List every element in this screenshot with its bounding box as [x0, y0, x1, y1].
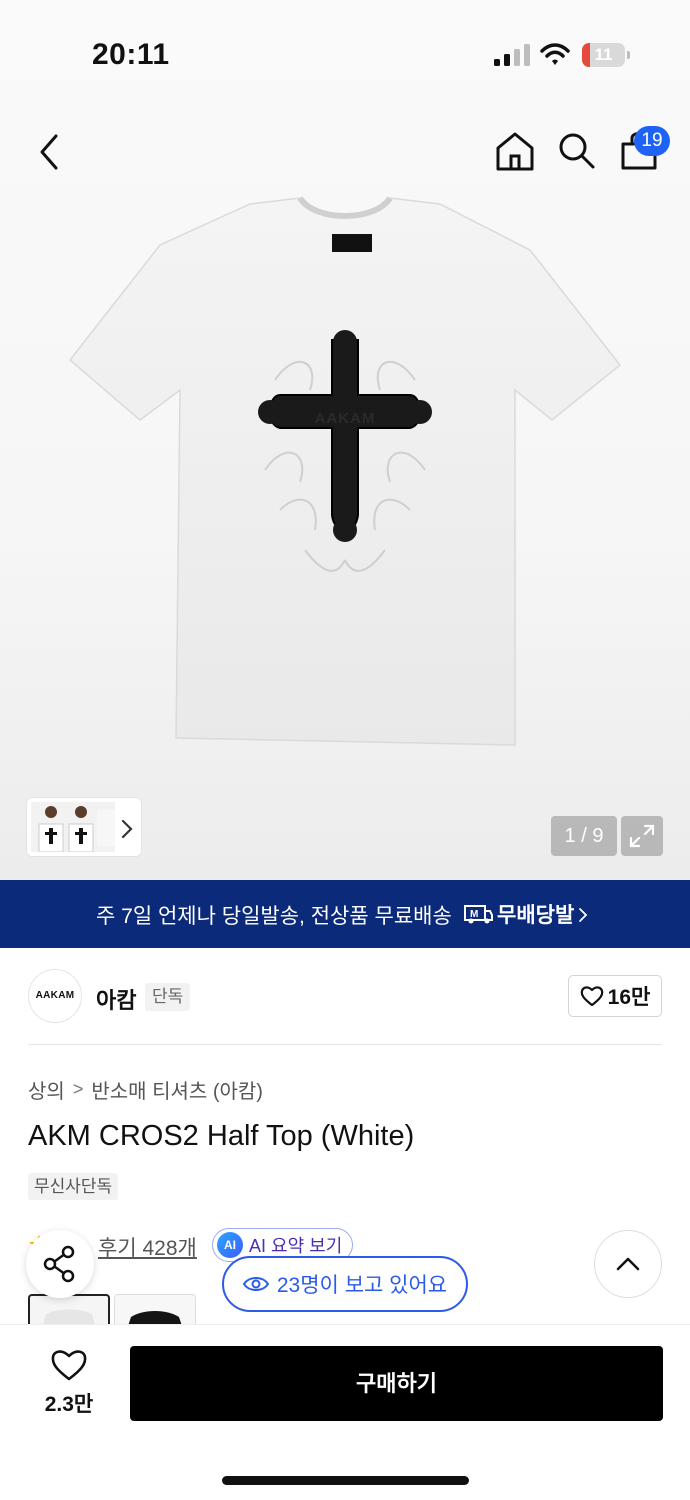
ai-summary-label: AI 요약 보기	[249, 1236, 343, 1256]
delivery-banner[interactable]: 주 7일 언제나 당일발송, 전상품 무료배송 M 무배당발	[0, 880, 690, 948]
divider	[28, 1044, 662, 1045]
product-image[interactable]	[60, 190, 630, 760]
brand-exclusive-tag: 단독	[145, 983, 191, 1011]
buy-button[interactable]: 구매하기	[130, 1346, 663, 1421]
share-icon	[43, 1245, 75, 1283]
free-delivery-logo: M 무배당발	[463, 899, 574, 929]
heart-icon[interactable]	[50, 1348, 88, 1382]
brand-like-count: 16만	[607, 986, 651, 1009]
brand-logo[interactable]: AAKAM	[28, 969, 82, 1023]
cellular-signal-icon	[494, 44, 530, 66]
share-button[interactable]	[26, 1230, 94, 1298]
search-icon[interactable]	[556, 130, 596, 170]
live-viewers-pill: 23명이 보고 있어요	[222, 1256, 468, 1312]
review-link[interactable]: 후기 428개	[98, 1232, 197, 1262]
expand-icon	[629, 824, 655, 848]
brand-name[interactable]: 아캄	[96, 983, 136, 1015]
delivery-banner-text: 주 7일 언제나 당일발송, 전상품 무료배송	[96, 905, 452, 928]
home-icon[interactable]	[494, 130, 536, 172]
chevron-up-icon	[616, 1257, 640, 1271]
chevron-right-icon[interactable]	[120, 818, 134, 840]
live-viewers-text: 23명이 보고 있어요	[276, 1274, 448, 1297]
breadcrumb-item-top[interactable]: 상의	[28, 1075, 65, 1104]
battery-indicator: 11	[582, 43, 630, 67]
exclusive-tag: 무신사단독	[28, 1173, 119, 1200]
wifi-icon	[540, 43, 570, 65]
chevron-right-icon	[579, 908, 588, 922]
expand-image-button[interactable]	[621, 816, 663, 856]
delivery-truck-icon: M	[464, 905, 493, 924]
product-print-text: AAKAM	[314, 410, 376, 427]
thumbnail-image[interactable]	[31, 802, 115, 852]
scroll-to-top-button[interactable]	[594, 1230, 662, 1298]
delivery-logo-text: 무배당발	[497, 904, 575, 927]
breadcrumb-separator: >	[72, 1079, 84, 1099]
brand-like-button[interactable]: 16만	[568, 975, 662, 1017]
product-title: AKM CROS2 Half Top (White)	[28, 1120, 415, 1152]
image-page-indicator: 1 / 9	[551, 816, 617, 856]
ai-badge-icon: AI	[217, 1232, 243, 1258]
eye-icon	[242, 1277, 269, 1291]
wish-count: 2.3만	[44, 1393, 94, 1416]
heart-icon	[580, 986, 603, 1007]
status-time: 20:11	[92, 38, 170, 71]
battery-level: 11	[594, 45, 613, 64]
brand-row: AAKAM 아캄 단독 16만	[0, 965, 690, 1027]
status-bar: 20:11 11	[0, 0, 690, 110]
home-indicator	[222, 1476, 469, 1485]
cart-count-badge: 19	[634, 126, 670, 156]
delivery-logo-mark: M	[470, 909, 478, 920]
breadcrumb-item-category[interactable]: 반소매 티셔츠 (아캄)	[91, 1075, 263, 1104]
back-icon[interactable]	[30, 132, 66, 172]
breadcrumb: 상의 > 반소매 티셔츠 (아캄)	[28, 1075, 263, 1104]
